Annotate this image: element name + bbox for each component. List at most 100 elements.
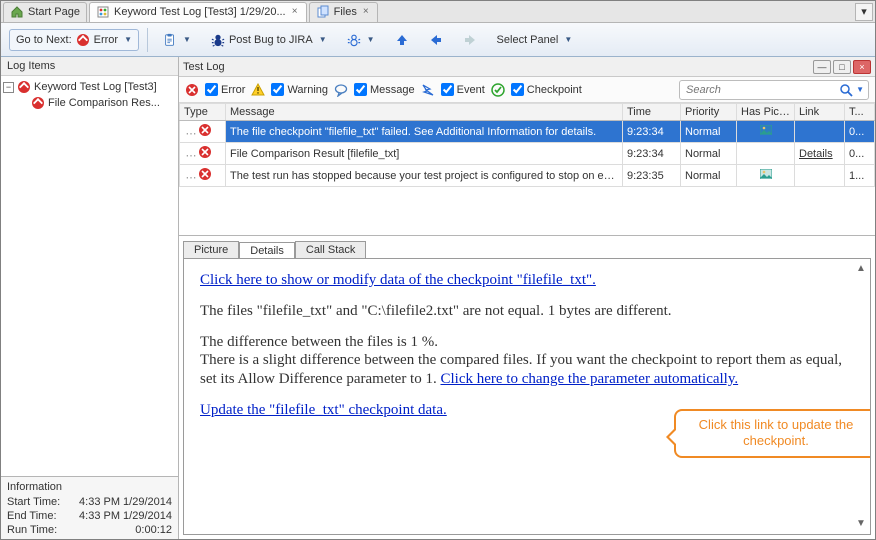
filter-message[interactable]: Message — [354, 83, 415, 96]
col-link[interactable]: Link — [795, 104, 845, 121]
tab-start-page[interactable]: Start Page — [3, 2, 87, 22]
col-time[interactable]: Time — [623, 104, 681, 121]
scroll-up-icon[interactable]: ▲ — [856, 263, 866, 276]
cell-link — [795, 165, 845, 187]
cell-link[interactable]: Details — [795, 143, 845, 165]
table-row[interactable]: ⋯File Comparison Result [filefile_txt]9:… — [180, 143, 875, 165]
info-value: 0:00:12 — [135, 524, 172, 536]
link-show-checkpoint[interactable]: Click here to show or modify data of the… — [200, 272, 596, 288]
go-to-next-label: Go to Next: — [16, 34, 72, 46]
col-priority[interactable]: Priority — [681, 104, 737, 121]
clipboard-button[interactable]: ▼ — [156, 29, 198, 51]
cell-time: 9:23:35 — [623, 165, 681, 187]
filter-error-checkbox[interactable] — [205, 83, 218, 96]
caret-down-icon[interactable]: ▼ — [856, 85, 864, 94]
cell-message: File Comparison Result [filefile_txt] — [226, 143, 623, 165]
bug-options-button[interactable]: ▼ — [340, 29, 382, 51]
error-icon — [31, 96, 45, 110]
collapse-icon[interactable]: − — [3, 82, 14, 93]
search-box[interactable]: ▼ — [679, 80, 869, 100]
arrow-left-icon — [429, 33, 443, 47]
filter-label: Event — [457, 84, 485, 96]
cell-time: 9:23:34 — [623, 121, 681, 143]
col-message[interactable]: Message — [226, 104, 623, 121]
nav-fwd-button[interactable] — [456, 29, 484, 51]
filter-warning-checkbox[interactable] — [271, 83, 284, 96]
clipboard-icon — [163, 33, 177, 47]
scroll-down-icon[interactable]: ▼ — [856, 518, 866, 531]
caret-down-icon: ▼ — [124, 35, 132, 44]
checkpoint-icon — [491, 83, 505, 97]
tree-root[interactable]: − Keyword Test Log [Test3] — [3, 79, 176, 95]
main-split: Log Items − Keyword Test Log [Test3] Fil… — [1, 57, 875, 539]
nav-up-button[interactable] — [388, 29, 416, 51]
warning-icon — [251, 83, 265, 97]
tab-keyword-test-log[interactable]: Keyword Test Log [Test3] 1/29/20... × — [89, 2, 307, 22]
info-row: End Time: 4:33 PM 1/29/2014 — [1, 509, 178, 523]
separator — [147, 28, 148, 52]
table-row[interactable]: ⋯The test run has stopped because your t… — [180, 165, 875, 187]
nav-back-button[interactable] — [422, 29, 450, 51]
filter-message-checkbox[interactable] — [354, 83, 367, 96]
filter-event[interactable]: Event — [441, 83, 485, 96]
cell-message: The test run has stopped because your te… — [226, 165, 623, 187]
log-filterbar: Error Warning Message Event Checkpoint ▼ — [179, 77, 875, 103]
cell-has-picture — [737, 121, 795, 143]
error-icon — [198, 123, 212, 137]
cell-priority: Normal — [681, 165, 737, 187]
event-icon — [421, 83, 435, 97]
cell-t: 0... — [845, 121, 875, 143]
select-panel-button[interactable]: Select Panel ▼ — [490, 30, 580, 50]
cell-link — [795, 121, 845, 143]
col-has-picture[interactable]: Has Pict... — [737, 104, 795, 121]
tree-child-label: File Comparison Res... — [48, 97, 160, 109]
tab-label: Keyword Test Log [Test3] 1/29/20... — [114, 6, 286, 18]
cell-time: 9:23:34 — [623, 143, 681, 165]
post-bug-label: Post Bug to JIRA — [229, 34, 313, 46]
search-icon[interactable] — [839, 83, 853, 97]
detail-tab-details[interactable]: Details — [239, 242, 295, 259]
close-button[interactable]: × — [853, 60, 871, 74]
close-icon[interactable]: × — [290, 7, 300, 17]
log-items-title: Log Items — [1, 57, 178, 76]
filter-label: Error — [221, 84, 245, 96]
caret-down-icon: ▼ — [319, 35, 327, 44]
close-icon[interactable]: × — [361, 7, 371, 17]
col-type[interactable]: Type — [180, 104, 226, 121]
tab-overflow-button[interactable]: ▾ — [855, 3, 873, 21]
filter-label: Checkpoint — [527, 84, 582, 96]
minimize-button[interactable]: — — [813, 60, 831, 74]
filter-error[interactable]: Error — [205, 83, 245, 96]
info-label: Run Time: — [7, 524, 57, 536]
info-label: End Time: — [7, 510, 57, 522]
picture-icon — [760, 170, 772, 182]
toolbar: Go to Next: Error ▼ ▼ Post Bug to JIRA ▼… — [1, 23, 875, 57]
cell-message: The file checkpoint "filefile_txt" faile… — [226, 121, 623, 143]
table-row[interactable]: ⋯The file checkpoint "filefile_txt" fail… — [180, 121, 875, 143]
cell-type: ⋯ — [180, 143, 226, 165]
tab-files[interactable]: Files × — [309, 2, 378, 22]
log-items-tree: − Keyword Test Log [Test3] File Comparis… — [1, 76, 178, 476]
table-header: Type Message Time Priority Has Pict... L… — [180, 104, 875, 121]
tree-child[interactable]: File Comparison Res... — [3, 95, 176, 111]
filter-checkpoint-checkbox[interactable] — [511, 83, 524, 96]
information-title: Information — [1, 479, 178, 495]
detail-tab-callstack[interactable]: Call Stack — [295, 241, 367, 258]
go-to-next-button[interactable]: Go to Next: Error ▼ — [9, 29, 139, 51]
maximize-button[interactable]: □ — [833, 60, 851, 74]
error-label: Error — [94, 34, 118, 46]
cell-priority: Normal — [681, 121, 737, 143]
cell-has-picture — [737, 143, 795, 165]
filter-event-checkbox[interactable] — [441, 83, 454, 96]
filter-checkpoint[interactable]: Checkpoint — [511, 83, 582, 96]
tab-label: Files — [334, 6, 357, 18]
search-input[interactable] — [684, 83, 839, 97]
window-tabstrip: Start Page Keyword Test Log [Test3] 1/29… — [1, 1, 875, 23]
post-bug-jira-button[interactable]: Post Bug to JIRA ▼ — [204, 29, 334, 51]
detail-tab-picture[interactable]: Picture — [183, 241, 239, 258]
detail-pane: Picture Details Call Stack ▲ Click here … — [179, 235, 875, 539]
link-update-checkpoint[interactable]: Update the "filefile_txt" checkpoint dat… — [200, 402, 447, 418]
col-t[interactable]: T... — [845, 104, 875, 121]
filter-warning[interactable]: Warning — [271, 83, 328, 96]
link-change-auto[interactable]: Click here to change the parameter autom… — [440, 371, 738, 387]
